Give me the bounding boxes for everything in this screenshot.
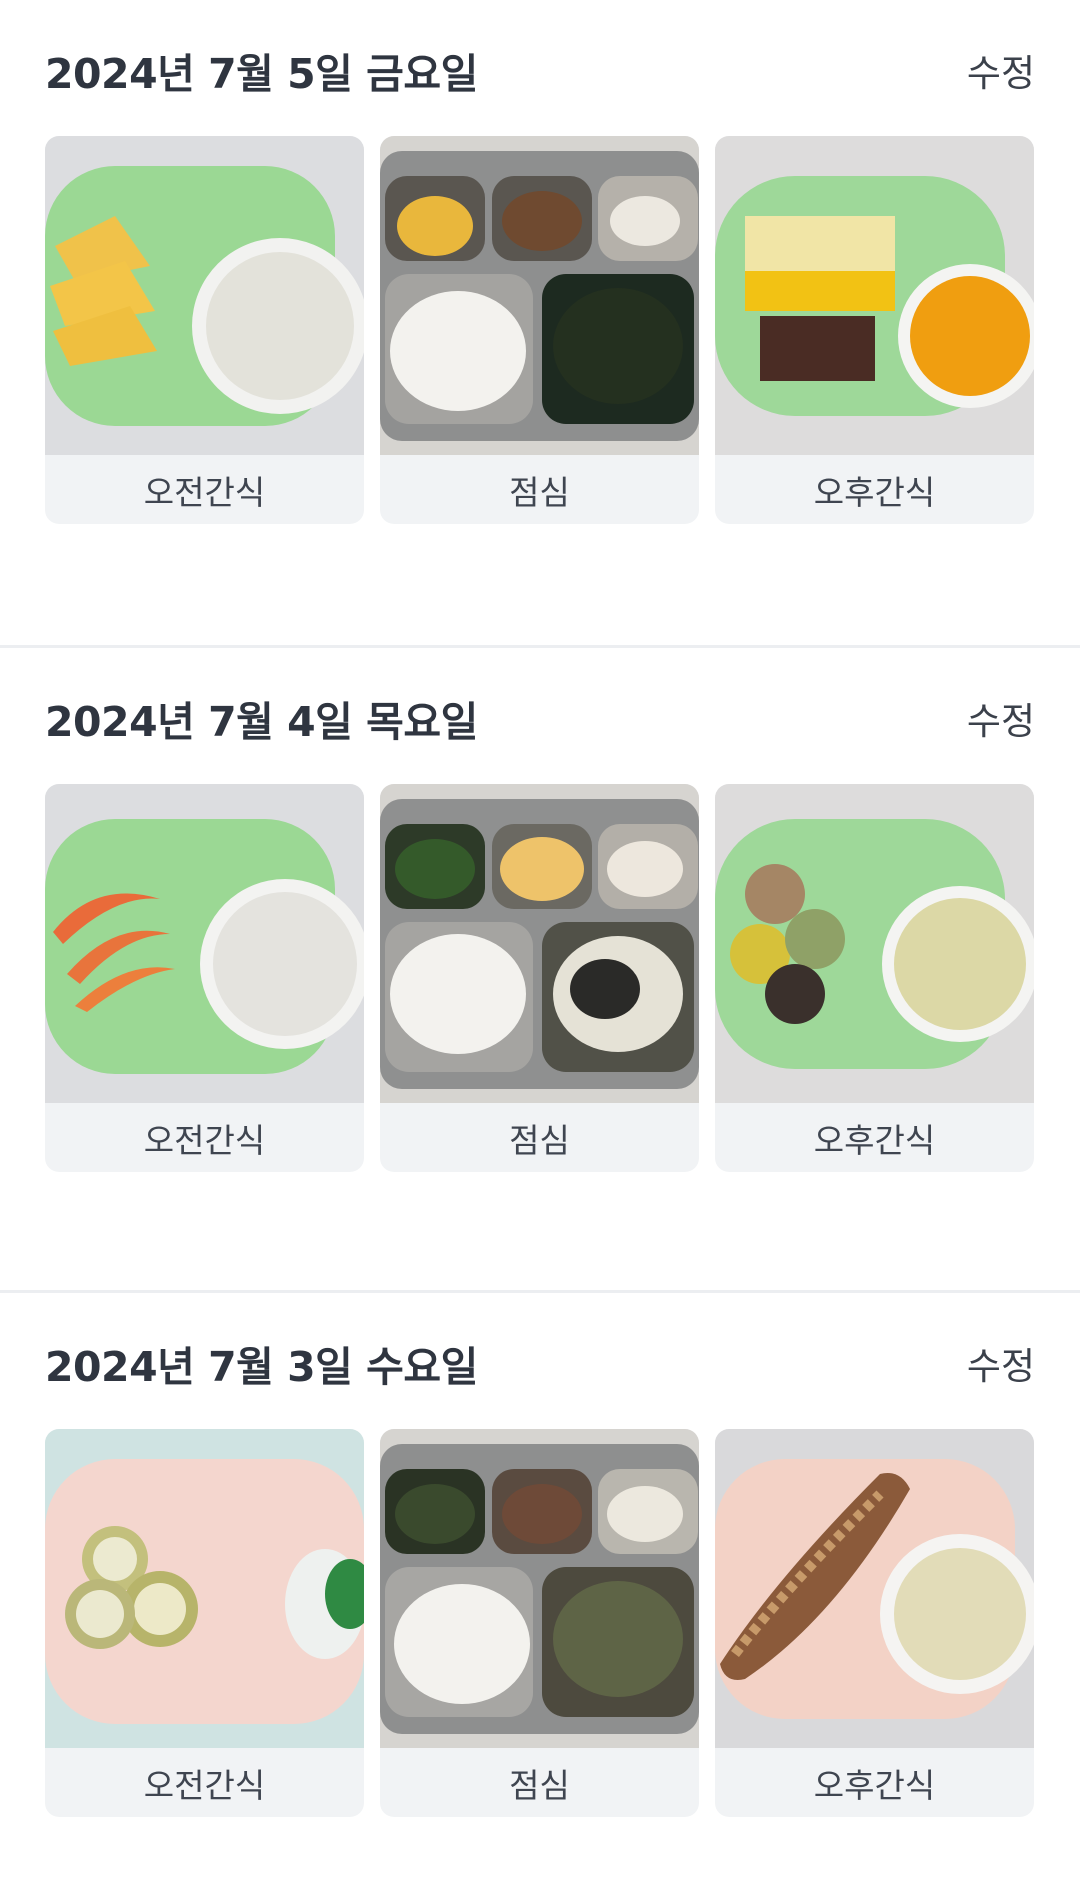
meal-cards: 오전간식 점심 오후간식 (45, 136, 1034, 524)
corn-tea-photo (715, 1429, 1034, 1748)
meal-card-morning-snack[interactable]: 오전간식 (45, 1429, 364, 1817)
cake-juice-photo (715, 136, 1034, 455)
day-header: 2024년 7월 3일 수요일 수정 (45, 1333, 1035, 1393)
meal-label: 오후간식 (813, 472, 936, 512)
meal-label: 오후간식 (813, 1120, 936, 1160)
rice-soup-tray-photo (380, 1429, 699, 1748)
edit-button[interactable]: 수정 (967, 43, 1035, 97)
meal-label: 오전간식 (143, 472, 266, 512)
day-section-2: 2024년 7월 3일 수요일 수정 오전간식 점심 오후간식 (0, 1290, 1080, 1893)
meal-card-lunch[interactable]: 점심 (380, 136, 699, 524)
date-title: 2024년 7월 5일 금요일 (45, 50, 478, 98)
edit-button[interactable]: 수정 (967, 691, 1035, 745)
meal-label: 오후간식 (813, 1765, 936, 1805)
day-section-1: 2024년 7월 4일 목요일 수정 오전간식 점심 오후간식 (0, 645, 1080, 1290)
day-header: 2024년 7월 5일 금요일 수정 (45, 40, 1035, 100)
meal-card-afternoon-snack[interactable]: 오후간식 (715, 784, 1034, 1172)
meal-card-afternoon-snack[interactable]: 오후간식 (715, 136, 1034, 524)
meal-card-lunch[interactable]: 점심 (380, 784, 699, 1172)
ricecake-tea-photo (715, 784, 1034, 1103)
meal-label: 점심 (509, 472, 570, 512)
rice-egg-tray-photo (380, 784, 699, 1103)
day-section-0: 2024년 7월 5일 금요일 수정 오전간식 점심 오후간식 (0, 0, 1080, 645)
rice-seaweed-tray-photo (380, 136, 699, 455)
banana-yogurt-photo (45, 1429, 364, 1748)
meal-card-morning-snack[interactable]: 오전간식 (45, 784, 364, 1172)
pineapple-milk-photo (45, 136, 364, 455)
day-header: 2024년 7월 4일 목요일 수정 (45, 688, 1035, 748)
meal-card-lunch[interactable]: 점심 (380, 1429, 699, 1817)
date-title: 2024년 7월 4일 목요일 (45, 698, 478, 746)
meal-cards: 오전간식 점심 오후간식 (45, 1429, 1034, 1817)
peach-milk-photo (45, 784, 364, 1103)
meal-card-morning-snack[interactable]: 오전간식 (45, 136, 364, 524)
edit-button[interactable]: 수정 (967, 1336, 1035, 1390)
meal-label: 점심 (509, 1120, 570, 1160)
meal-cards: 오전간식 점심 오후간식 (45, 784, 1034, 1172)
date-title: 2024년 7월 3일 수요일 (45, 1343, 478, 1391)
meal-card-afternoon-snack[interactable]: 오후간식 (715, 1429, 1034, 1817)
meal-label: 오전간식 (143, 1765, 266, 1805)
meal-label: 점심 (509, 1765, 570, 1805)
meal-label: 오전간식 (143, 1120, 266, 1160)
